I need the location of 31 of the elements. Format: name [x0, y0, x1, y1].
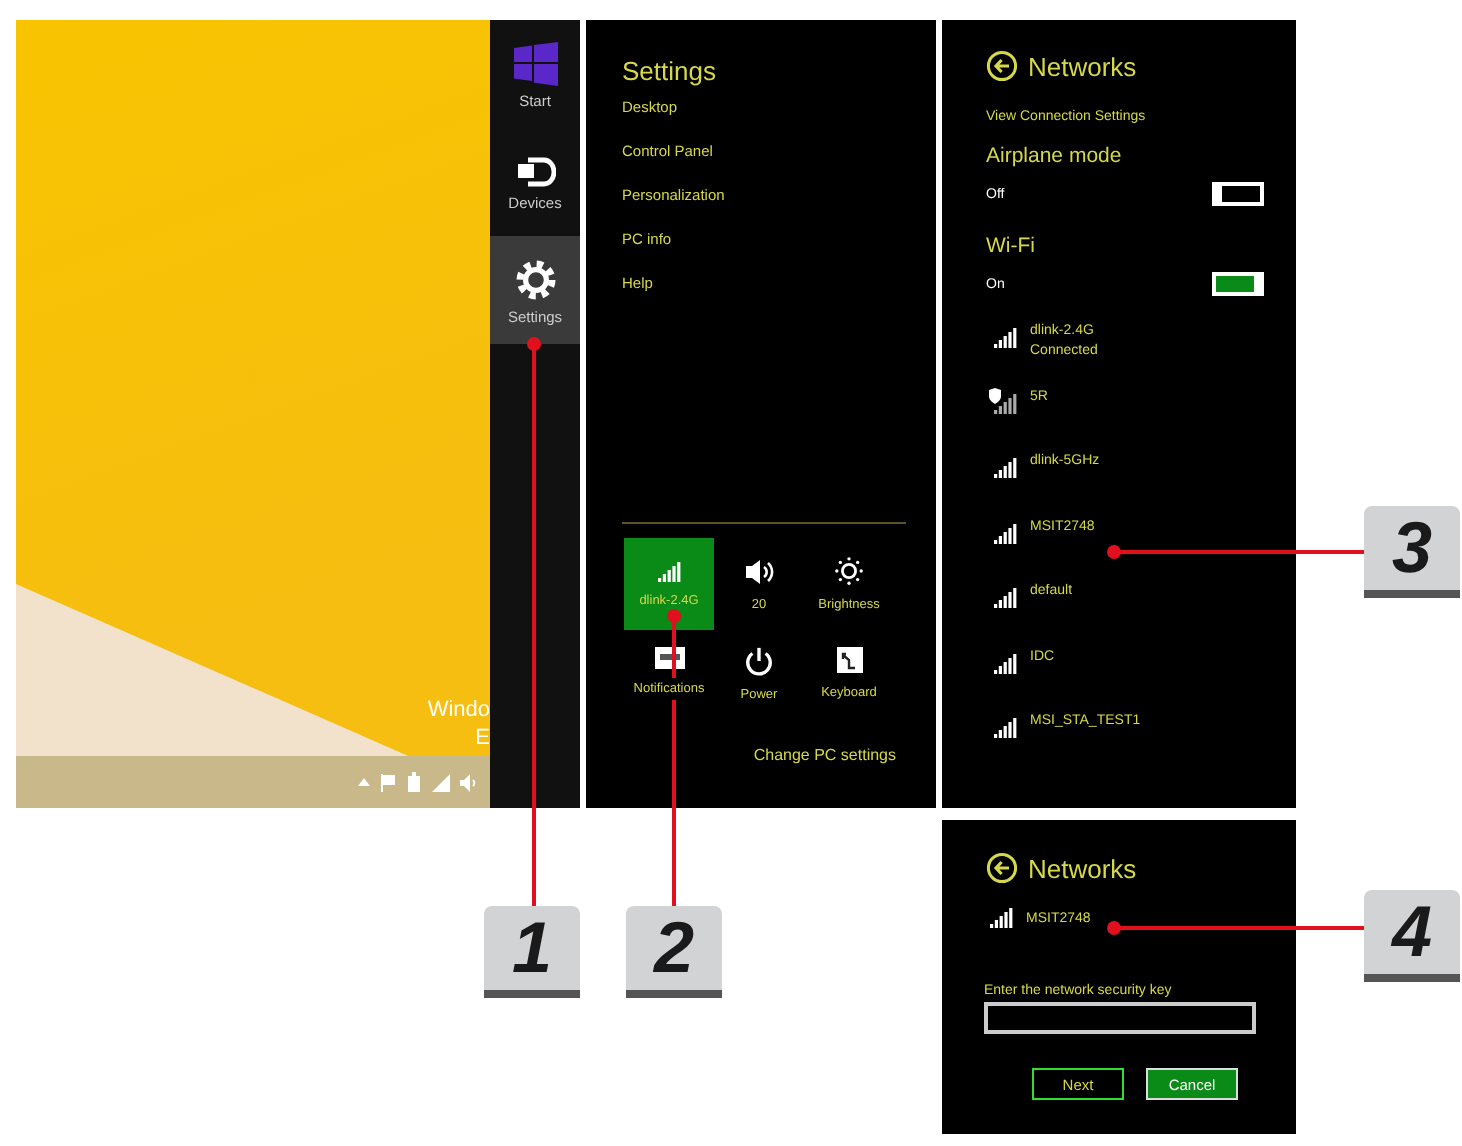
signal-bars-icon: [994, 458, 1018, 478]
section-title: Wi-Fi: [986, 234, 1037, 258]
pane-title: Networks: [1028, 51, 1137, 81]
section-title: Airplane mode: [986, 144, 1124, 168]
speaker-icon: [743, 557, 775, 585]
step-number-callout: 3: [1364, 506, 1460, 598]
signal-bars-icon: [990, 908, 1014, 928]
devices-icon: [515, 156, 555, 188]
settings-icon: [513, 258, 557, 302]
windows-logo-icon: [513, 42, 557, 86]
step-number-callout: 2: [626, 906, 722, 998]
keyboard-icon: [835, 646, 863, 674]
signal-bars-icon: [994, 588, 1018, 608]
toggle-switch[interactable]: [1212, 182, 1264, 206]
desktop-text: Windo: [427, 696, 490, 724]
signal-bars-icon: [994, 718, 1018, 738]
toggle-switch[interactable]: [1212, 272, 1264, 296]
security-key-field[interactable]: [984, 1002, 1256, 1034]
pane-title: Networks: [1028, 853, 1137, 883]
step-number-callout: 4: [1364, 890, 1460, 982]
signal-bars-icon: [657, 561, 681, 581]
signal-bars-icon: [994, 328, 1018, 348]
change-pc-settings-link[interactable]: Change PC settings: [753, 746, 896, 764]
signal-bars-icon: [994, 523, 1018, 543]
step-number-callout: 1: [484, 906, 580, 998]
pane-title: Settings: [622, 56, 718, 86]
brightness-icon: [834, 556, 864, 586]
desktop-text: E: [475, 724, 490, 752]
power-icon: [744, 646, 774, 676]
signal-bars-icon: [994, 393, 1018, 413]
signal-bars-icon: [994, 653, 1018, 673]
